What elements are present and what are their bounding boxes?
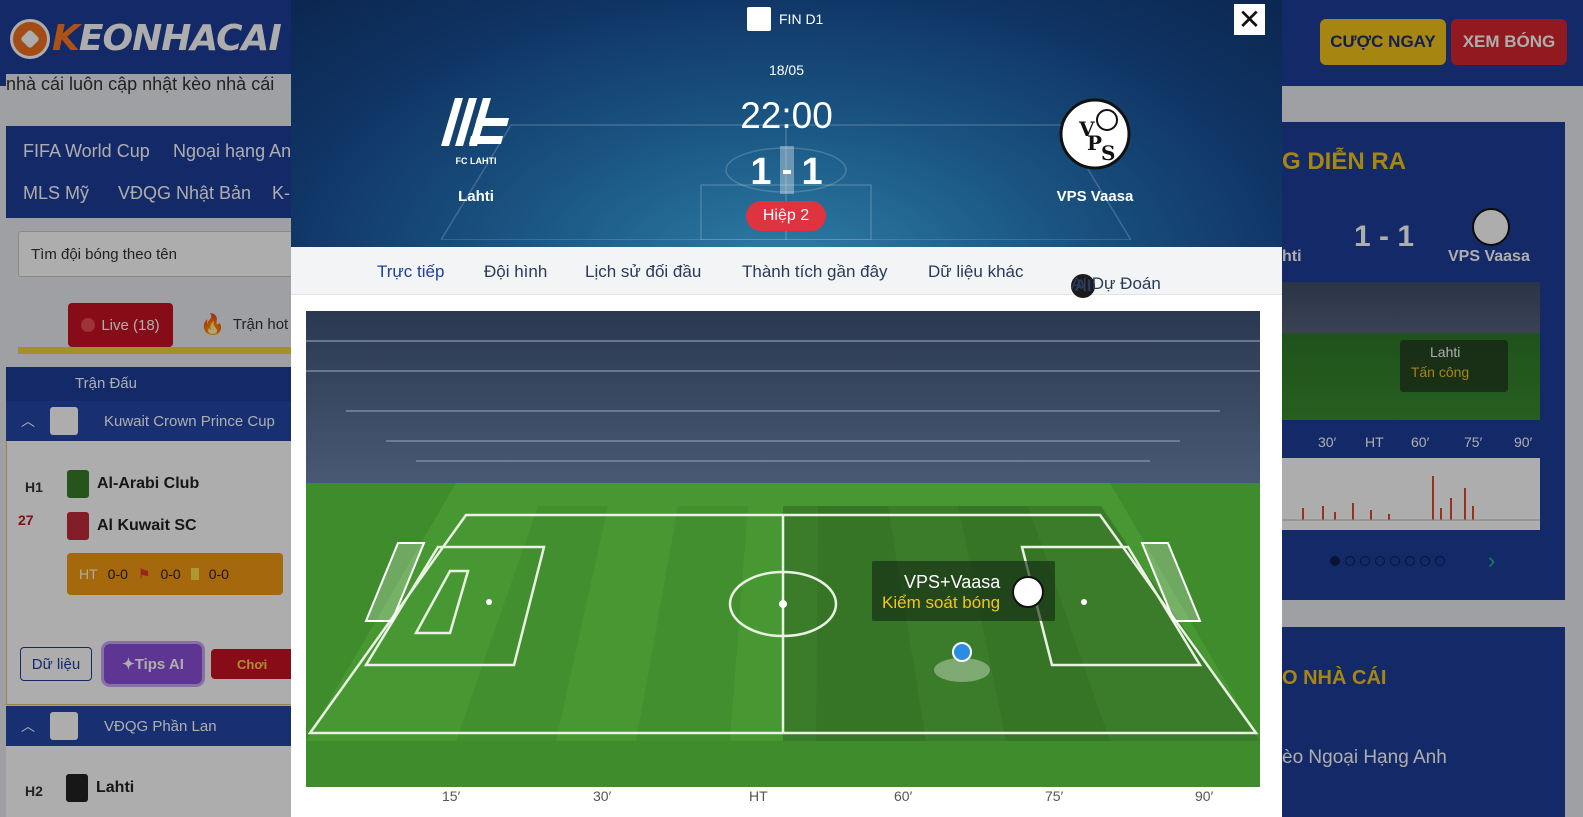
home-team-name: Lahti (458, 188, 494, 205)
svg-text:P: P (1087, 131, 1102, 155)
svg-text:S: S (1101, 141, 1115, 165)
live-pitch (306, 311, 1260, 787)
tab-other-data[interactable]: Dữ liệu khác (928, 262, 1023, 282)
axis-label: 90′ (1195, 788, 1214, 804)
time-axis: 15′ 30′ HT 60′ 75′ 90′ (306, 787, 1260, 817)
match-detail-modal: FIN D1 18/05 22:00 11 Hiệp 2 ✕ FC LAHTI … (291, 0, 1282, 817)
modal-tabs: Trực tiếp Đội hình Lịch sử đối đầu Thành… (291, 247, 1282, 298)
score-separator (779, 146, 794, 194)
axis-label: 15′ (442, 788, 461, 804)
close-icon[interactable]: ✕ (1234, 4, 1265, 35)
period-badge: Hiệp 2 (746, 201, 826, 231)
axis-label: 30′ (593, 788, 612, 804)
popup-action: Kiểm soát bóng (882, 593, 1001, 612)
popup-team: VPS+Vaasa (904, 572, 1001, 592)
svg-text:FC LAHTI: FC LAHTI (456, 156, 497, 166)
match-date: 18/05 (768, 62, 805, 78)
match-time: 22:00 (740, 95, 833, 136)
match-header: FIN D1 18/05 22:00 11 Hiệp 2 ✕ FC LAHTI … (291, 0, 1282, 247)
home-score: 1 (750, 151, 772, 194)
league-logo-icon (747, 7, 771, 31)
axis-label: HT (749, 788, 768, 804)
away-score: 1 (801, 151, 823, 194)
tab-lineup[interactable]: Đội hình (484, 262, 547, 282)
away-team-crest-icon: V P S (1059, 98, 1131, 170)
stadium-pitch (306, 311, 1260, 787)
tab-recent-form[interactable]: Thành tích gần đây (742, 262, 888, 282)
away-team-name: VPS Vaasa (1056, 188, 1134, 205)
event-popup: VPS+Vaasa Kiểm soát bóng (872, 561, 1055, 621)
home-team-crest-icon: FC LAHTI (441, 98, 509, 166)
league-label: FIN D1 (747, 7, 823, 31)
tab-head-to-head[interactable]: Lịch sử đối đầu (585, 262, 701, 282)
team-crest-icon (1012, 576, 1044, 608)
axis-label: 75′ (1045, 788, 1064, 804)
tab-live[interactable]: Trực tiếp (377, 262, 444, 282)
axis-label: 60′ (894, 788, 913, 804)
league-name: FIN D1 (779, 11, 824, 27)
